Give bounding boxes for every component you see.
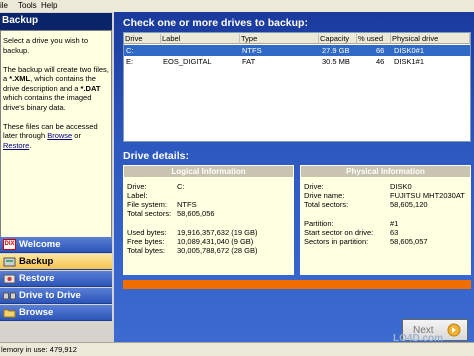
drive-type: FAT — [242, 57, 256, 66]
col-label[interactable]: Label — [161, 34, 240, 44]
drive-used: 46 — [376, 57, 385, 66]
drive-used: 66 — [376, 46, 385, 55]
main-panel: Check one or more drives to backup: Driv… — [114, 12, 474, 342]
logical-value: C: — [177, 182, 185, 191]
logical-value: 19,916,357,632 (19 GB) — [177, 228, 258, 237]
logical-label: Total sectors: — [127, 209, 172, 218]
nav-restore[interactable]: Restore — [0, 271, 112, 287]
drive-row[interactable]: C: NTFS 27.9 GB 66 DISK0#1 — [124, 45, 470, 56]
drive-letter: C: — [126, 46, 134, 55]
physical-info-panel: Physical Information Drive: Drive name: … — [300, 165, 471, 275]
menu-bar: ile Tools Help — [0, 0, 474, 12]
nav-drive-to-drive[interactable]: Drive to Drive — [0, 288, 112, 304]
drives-list[interactable]: Drive Label Type Capacity % used Physica… — [123, 32, 471, 142]
logical-label: Total bytes: — [127, 246, 165, 255]
drive-physical: DISK1#1 — [394, 57, 425, 66]
nav-welcome[interactable]: DIX Welcome — [0, 237, 112, 253]
restore-icon — [3, 274, 16, 284]
dix-logo-icon: DIX — [3, 239, 16, 250]
nav-restore-label: Restore — [19, 273, 55, 284]
logical-value: 10,089,431,040 (9 GB) — [177, 237, 254, 246]
col-physical[interactable]: Physical drive — [391, 34, 470, 44]
desc-line-1: Select a drive you wish to backup. — [3, 36, 89, 55]
drive-letter: E: — [126, 57, 134, 66]
watermark-logo: LO4D.com — [393, 333, 444, 344]
folder-icon — [3, 309, 16, 318]
nav-backup[interactable]: Backup — [0, 254, 112, 270]
physical-value: FUJITSU MHT2030AT — [390, 191, 465, 200]
col-capacity[interactable]: Capacity — [319, 34, 357, 44]
menu-help[interactable]: Help — [41, 1, 57, 11]
physical-value: 63 — [390, 228, 399, 237]
physical-label: Partition: — [304, 219, 334, 228]
desc-xml: *.XML — [9, 74, 31, 83]
logical-label: File system: — [127, 200, 168, 209]
physical-label: Total sectors: — [304, 200, 349, 209]
logical-label: Used bytes: — [127, 228, 167, 237]
sidebar-title: Backup — [0, 13, 112, 30]
nav-welcome-label: Welcome — [19, 239, 61, 250]
logical-value: 58,605,056 — [177, 209, 215, 218]
col-drive[interactable]: Drive — [124, 34, 161, 44]
logical-label: Free bytes: — [127, 237, 165, 246]
desc-dat: *.DAT — [80, 83, 101, 93]
physical-label: Start sector on drive: — [304, 228, 374, 237]
status-bar: lemory in use: 479,912 — [0, 342, 474, 356]
logical-info-title: Logical Information — [124, 166, 293, 177]
backup-icon — [3, 257, 16, 267]
details-title: Drive details: — [123, 150, 189, 162]
drive-label: EOS_DIGITAL — [163, 57, 212, 66]
desc-line-3c: . — [29, 140, 32, 150]
physical-info-title: Physical Information — [301, 166, 470, 177]
logical-value: 30,005,788,672 (28 GB) — [177, 246, 258, 255]
usage-bar — [123, 280, 471, 289]
memory-status: lemory in use: 479,912 — [1, 345, 77, 354]
sidebar: Backup Select a drive you wish to backup… — [0, 12, 114, 342]
menu-file[interactable]: ile — [0, 1, 8, 11]
physical-label: Sectors in partition: — [304, 237, 369, 246]
nav-drive-to-drive-label: Drive to Drive — [19, 290, 81, 301]
nav-backup-label: Backup — [19, 256, 54, 267]
physical-value: DISK0 — [390, 182, 412, 191]
drive-capacity: 30.5 MB — [322, 57, 350, 66]
physical-label: Drive: — [304, 182, 324, 191]
menu-tools[interactable]: Tools — [18, 1, 37, 11]
drive-type: NTFS — [242, 46, 262, 55]
restore-link[interactable]: Restore — [3, 141, 29, 150]
desc-line-2c: which contains the imaged drive's binary… — [3, 93, 92, 112]
arrow-right-icon — [447, 323, 461, 337]
logical-value: NTFS — [177, 200, 197, 209]
col-type[interactable]: Type — [240, 34, 319, 44]
physical-value: 58,605,057 — [390, 237, 428, 246]
desc-line-3b: or — [72, 131, 81, 140]
physical-label: Drive name: — [304, 191, 345, 200]
nav-browse[interactable]: Browse — [0, 305, 112, 321]
physical-value: 58,605,120 — [390, 200, 428, 209]
logical-label: Drive: — [127, 182, 147, 191]
drive-capacity: 27.9 GB — [322, 46, 350, 55]
drives-header: Drive Label Type Capacity % used Physica… — [124, 33, 470, 44]
logical-info-panel: Logical Information Drive: Label: File s… — [123, 165, 294, 275]
logical-label: Label: — [127, 191, 148, 200]
sidebar-description: Select a drive you wish to backup. The b… — [0, 30, 112, 246]
col-used[interactable]: % used — [357, 34, 391, 44]
drive-to-drive-icon — [3, 292, 16, 300]
physical-value: #1 — [390, 219, 399, 228]
drives-title: Check one or more drives to backup: — [123, 17, 308, 29]
drive-physical: DISK0#1 — [394, 46, 425, 55]
browse-link[interactable]: Browse — [47, 131, 72, 140]
nav-browse-label: Browse — [19, 307, 54, 318]
drive-row[interactable]: E: EOS_DIGITAL FAT 30.5 MB 46 DISK1#1 — [124, 56, 470, 67]
